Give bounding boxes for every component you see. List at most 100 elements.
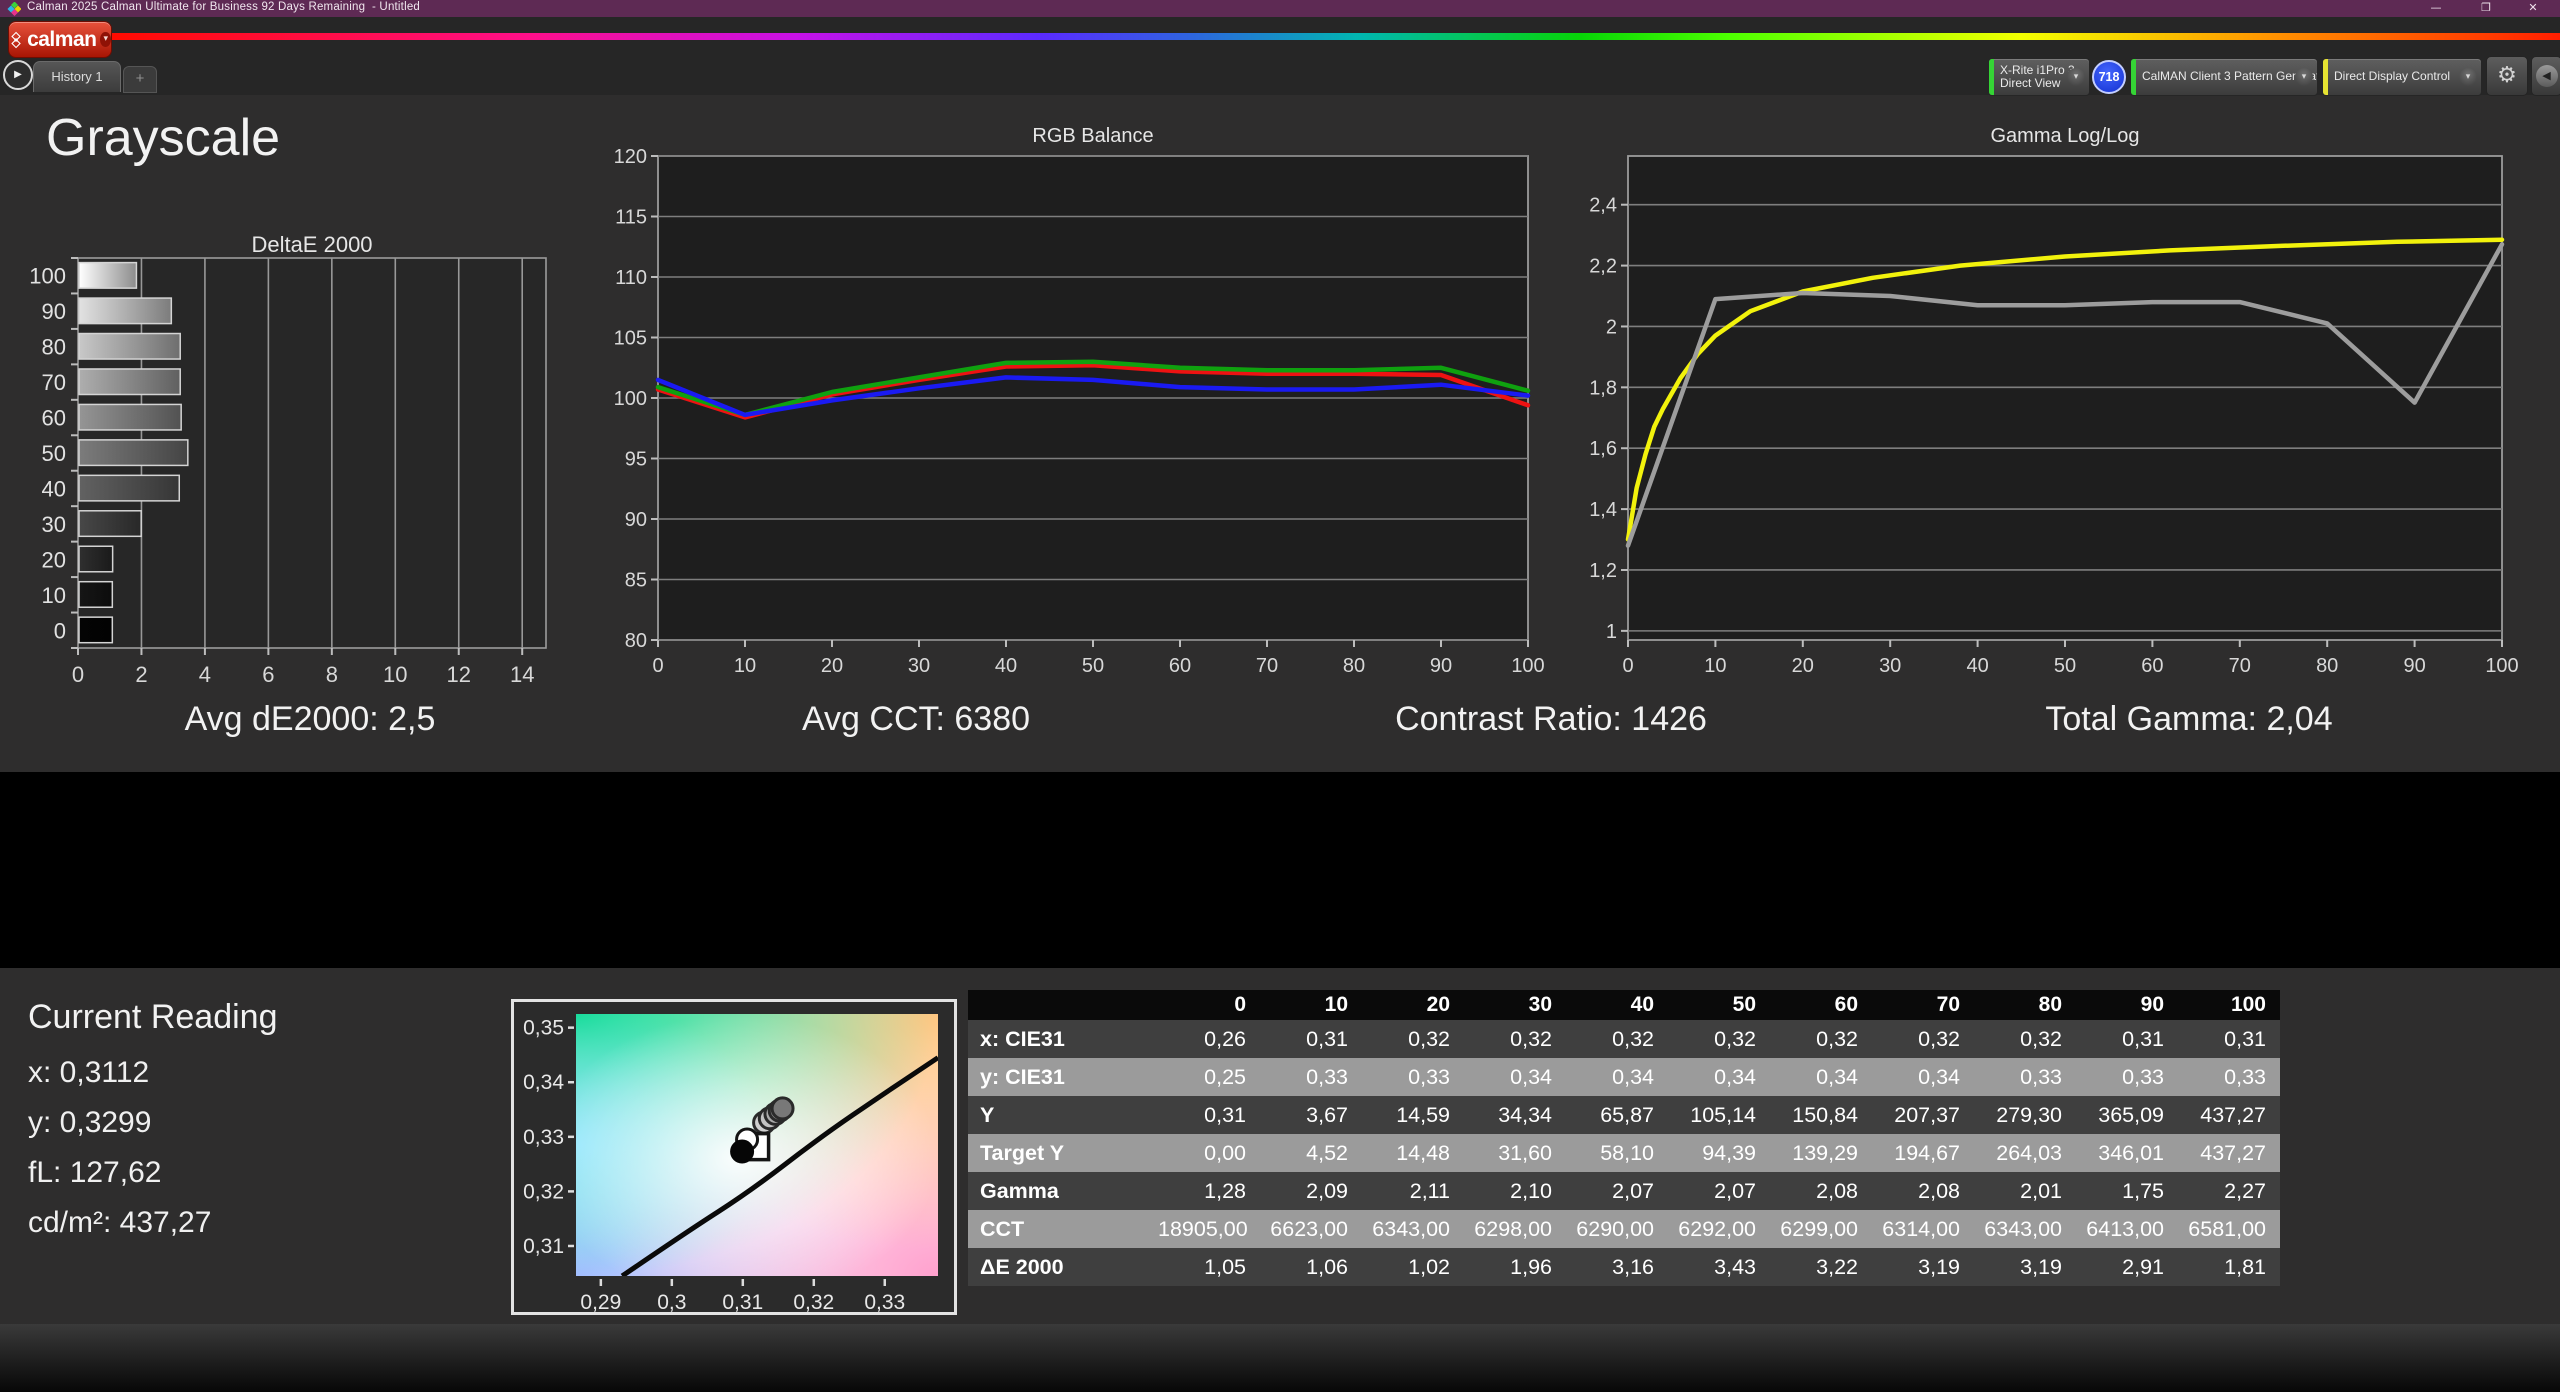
svg-text:70: 70: [42, 370, 66, 395]
collapse-panel-button[interactable]: ◀: [2531, 56, 2560, 96]
svg-text:95: 95: [625, 449, 647, 471]
table-cell: 0,34: [1668, 1058, 1770, 1096]
table-cell: 0,34: [1464, 1058, 1566, 1096]
table-cell: 0,34: [1770, 1058, 1872, 1096]
svg-text:1,6: 1,6: [1589, 438, 1617, 460]
table-cell: 6581,00: [2178, 1210, 2280, 1248]
svg-text:90: 90: [2403, 655, 2425, 677]
reading-fl: fL: 127,62: [28, 1156, 162, 1189]
svg-text:80: 80: [42, 335, 66, 360]
grayscale-swatch-strip: Actual Target 0102030405060708090100: [0, 772, 2560, 968]
measurement-table: 0 10 20 30 40 50 60 70 80 90 100 x: CIE31 0,26 0,31 0,…: [968, 990, 2280, 1286]
add-tab-button[interactable]: +: [123, 66, 157, 93]
reading-x: x: 0,3112: [28, 1056, 150, 1089]
table-row-label: Y: [968, 1096, 1158, 1134]
table-column-header: 90: [2076, 990, 2178, 1020]
display-control-dropdown[interactable]: Direct Display Control ▾: [2322, 58, 2482, 96]
table-column-header: 50: [1668, 990, 1770, 1020]
table-cell: 4,52: [1260, 1134, 1362, 1172]
table-cell: 3,43: [1668, 1248, 1770, 1286]
svg-text:70: 70: [1256, 655, 1278, 677]
table-cell: 3,19: [1974, 1248, 2076, 1286]
table-corner: [968, 990, 1158, 1020]
svg-text:20: 20: [42, 547, 66, 572]
svg-text:85: 85: [625, 570, 647, 592]
table-cell: 2,09: [1260, 1172, 1362, 1210]
svg-text:1,4: 1,4: [1589, 499, 1617, 521]
svg-text:0,33: 0,33: [864, 1291, 905, 1312]
maximize-button[interactable]: ❐: [2469, 0, 2503, 17]
svg-text:100: 100: [29, 264, 66, 289]
svg-text:10: 10: [42, 583, 66, 608]
table-cell: 1,96: [1464, 1248, 1566, 1286]
svg-text:1: 1: [1606, 621, 1617, 643]
table-cell: 0,32: [1566, 1020, 1668, 1058]
table-cell: 365,09: [2076, 1096, 2178, 1134]
table-cell: 0,31: [1260, 1020, 1362, 1058]
svg-text:80: 80: [625, 630, 647, 652]
svg-text:105: 105: [614, 328, 647, 350]
minimize-button[interactable]: —: [2419, 0, 2453, 17]
table-cell: 0,32: [1974, 1020, 2076, 1058]
svg-text:0: 0: [652, 655, 663, 677]
svg-text:12: 12: [447, 662, 471, 687]
svg-text:100: 100: [614, 388, 647, 410]
pattern-generator-dropdown[interactable]: CalMAN Client 3 Pattern Generator ▾: [2130, 58, 2318, 96]
svg-text:50: 50: [2054, 655, 2076, 677]
svg-text:50: 50: [42, 441, 66, 466]
table-cell: 1,75: [2076, 1172, 2178, 1210]
close-button[interactable]: ✕: [2516, 0, 2550, 17]
table-cell: 194,67: [1872, 1134, 1974, 1172]
table-cell: 2,08: [1872, 1172, 1974, 1210]
svg-text:40: 40: [42, 476, 66, 501]
table-cell: 2,27: [2178, 1172, 2280, 1210]
chevron-down-icon: ▾: [2067, 68, 2085, 86]
tab-history-1[interactable]: History 1: [33, 61, 121, 92]
table-row-label: x: CIE31: [968, 1020, 1158, 1058]
svg-text:90: 90: [42, 299, 66, 324]
table-cell: 0,32: [1872, 1020, 1974, 1058]
svg-text:1,2: 1,2: [1589, 560, 1617, 582]
table-cell: 14,59: [1362, 1096, 1464, 1134]
table-column-header: 10: [1260, 990, 1362, 1020]
svg-text:0,35: 0,35: [523, 1017, 564, 1040]
svg-text:0,34: 0,34: [523, 1071, 564, 1094]
svg-text:8: 8: [326, 662, 338, 687]
table-cell: 6292,00: [1668, 1210, 1770, 1248]
svg-text:50: 50: [1082, 655, 1104, 677]
svg-text:100: 100: [1511, 655, 1544, 677]
table-cell: 31,60: [1464, 1134, 1566, 1172]
tab-scroll-button[interactable]: ▶: [3, 60, 33, 90]
table-cell: 150,84: [1770, 1096, 1872, 1134]
table-column-header: 40: [1566, 990, 1668, 1020]
table-column-header: 30: [1464, 990, 1566, 1020]
svg-text:40: 40: [1966, 655, 1988, 677]
table-cell: 2,07: [1668, 1172, 1770, 1210]
svg-text:0,33: 0,33: [523, 1126, 564, 1149]
svg-text:30: 30: [1879, 655, 1901, 677]
table-cell: 264,03: [1974, 1134, 2076, 1172]
table-row-label: CCT: [968, 1210, 1158, 1248]
svg-text:0,3: 0,3: [657, 1291, 686, 1312]
meter-dropdown[interactable]: X-Rite i1Pro 3 Direct View ▾: [1988, 58, 2090, 96]
table-row-label: Gamma Log/Log: [968, 1172, 1158, 1241]
chevron-down-icon: ▾: [100, 32, 111, 47]
settings-button[interactable]: ⚙: [2486, 56, 2528, 96]
table-column-header: 100: [2178, 990, 2280, 1020]
calman-menu-button[interactable]: calman ▾: [8, 21, 112, 58]
table-cell: 6298,00: [1464, 1210, 1566, 1248]
table-cell: 1,05: [1158, 1248, 1260, 1286]
svg-text:60: 60: [2141, 655, 2163, 677]
svg-text:60: 60: [1169, 655, 1191, 677]
pattern-bar: 0102030405060708090100 ▲ ■ ▶ [·] ∞ ↻ « B…: [0, 1324, 2560, 1392]
table-column-header: 0: [1158, 990, 1260, 1020]
svg-text:80: 80: [2316, 655, 2338, 677]
table-cell: 0,32: [1668, 1020, 1770, 1058]
table-cell: 14,48: [1362, 1134, 1464, 1172]
table-cell: 0,33: [2178, 1058, 2280, 1096]
meter-mode-badge[interactable]: 718: [2092, 60, 2126, 94]
table-column-header: 60: [1770, 990, 1872, 1020]
table-cell: 0,31: [2076, 1020, 2178, 1058]
svg-text:6: 6: [262, 662, 274, 687]
svg-text:0: 0: [72, 662, 84, 687]
